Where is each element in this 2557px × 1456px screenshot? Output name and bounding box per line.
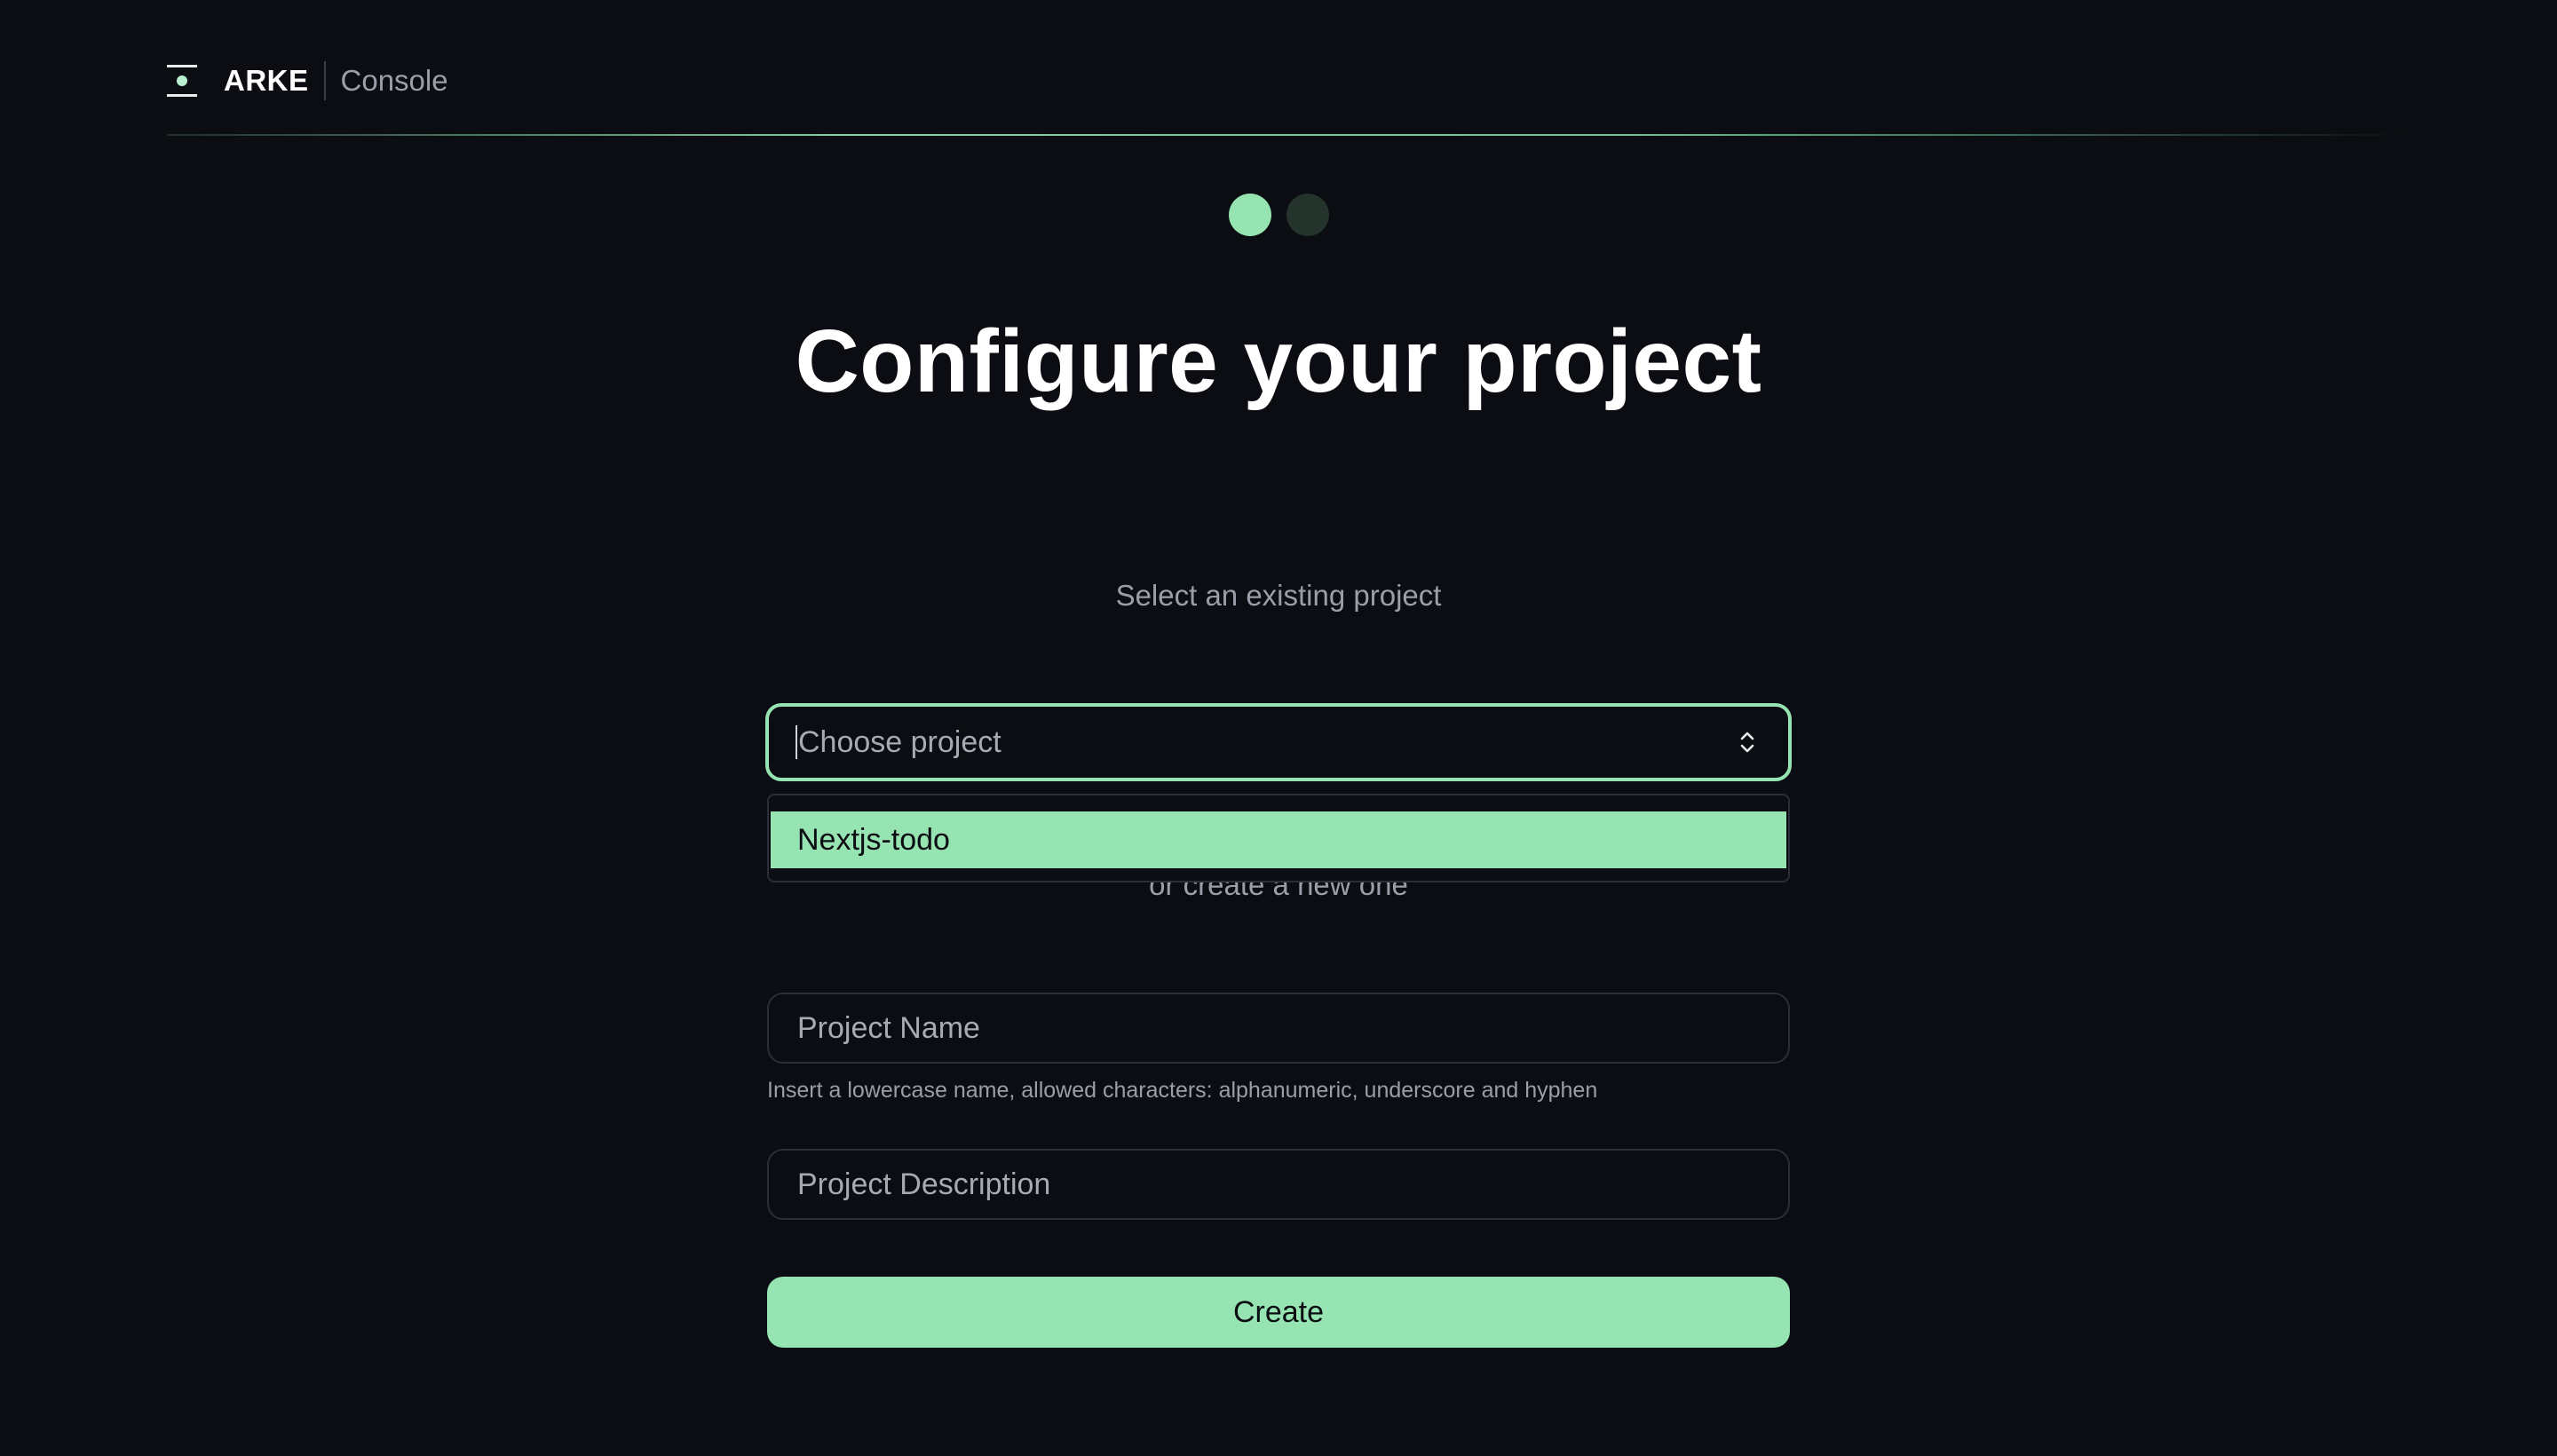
page-title: Configure your project [795, 312, 1762, 411]
app-header: ARKE Console [167, 55, 448, 107]
step-1-dot-active [1229, 194, 1271, 236]
text-caret [796, 725, 797, 759]
project-option-nextjs-todo[interactable]: Nextjs-todo [771, 811, 1786, 868]
project-name-hint: Insert a lowercase name, allowed charact… [767, 1078, 1598, 1103]
arke-logo-icon[interactable] [167, 60, 197, 101]
step-2-dot-inactive [1286, 194, 1329, 236]
chevron-up-down-icon[interactable] [1738, 729, 1756, 756]
project-dropdown-list: Nextjs-todo [767, 794, 1790, 882]
brand-divider [323, 61, 326, 100]
brand-name[interactable]: ARKE [224, 64, 309, 98]
brand-subtitle: Console [340, 64, 448, 97]
project-select-placeholder: Choose project [798, 724, 1001, 759]
project-name-input[interactable] [767, 993, 1790, 1064]
step-indicator [1229, 194, 1329, 236]
create-button[interactable]: Create [767, 1277, 1790, 1348]
select-existing-label: Select an existing project [1115, 579, 1442, 612]
header-divider [167, 134, 2404, 136]
project-select-combobox[interactable]: Choose project [765, 703, 1792, 781]
project-description-input[interactable] [767, 1149, 1790, 1220]
